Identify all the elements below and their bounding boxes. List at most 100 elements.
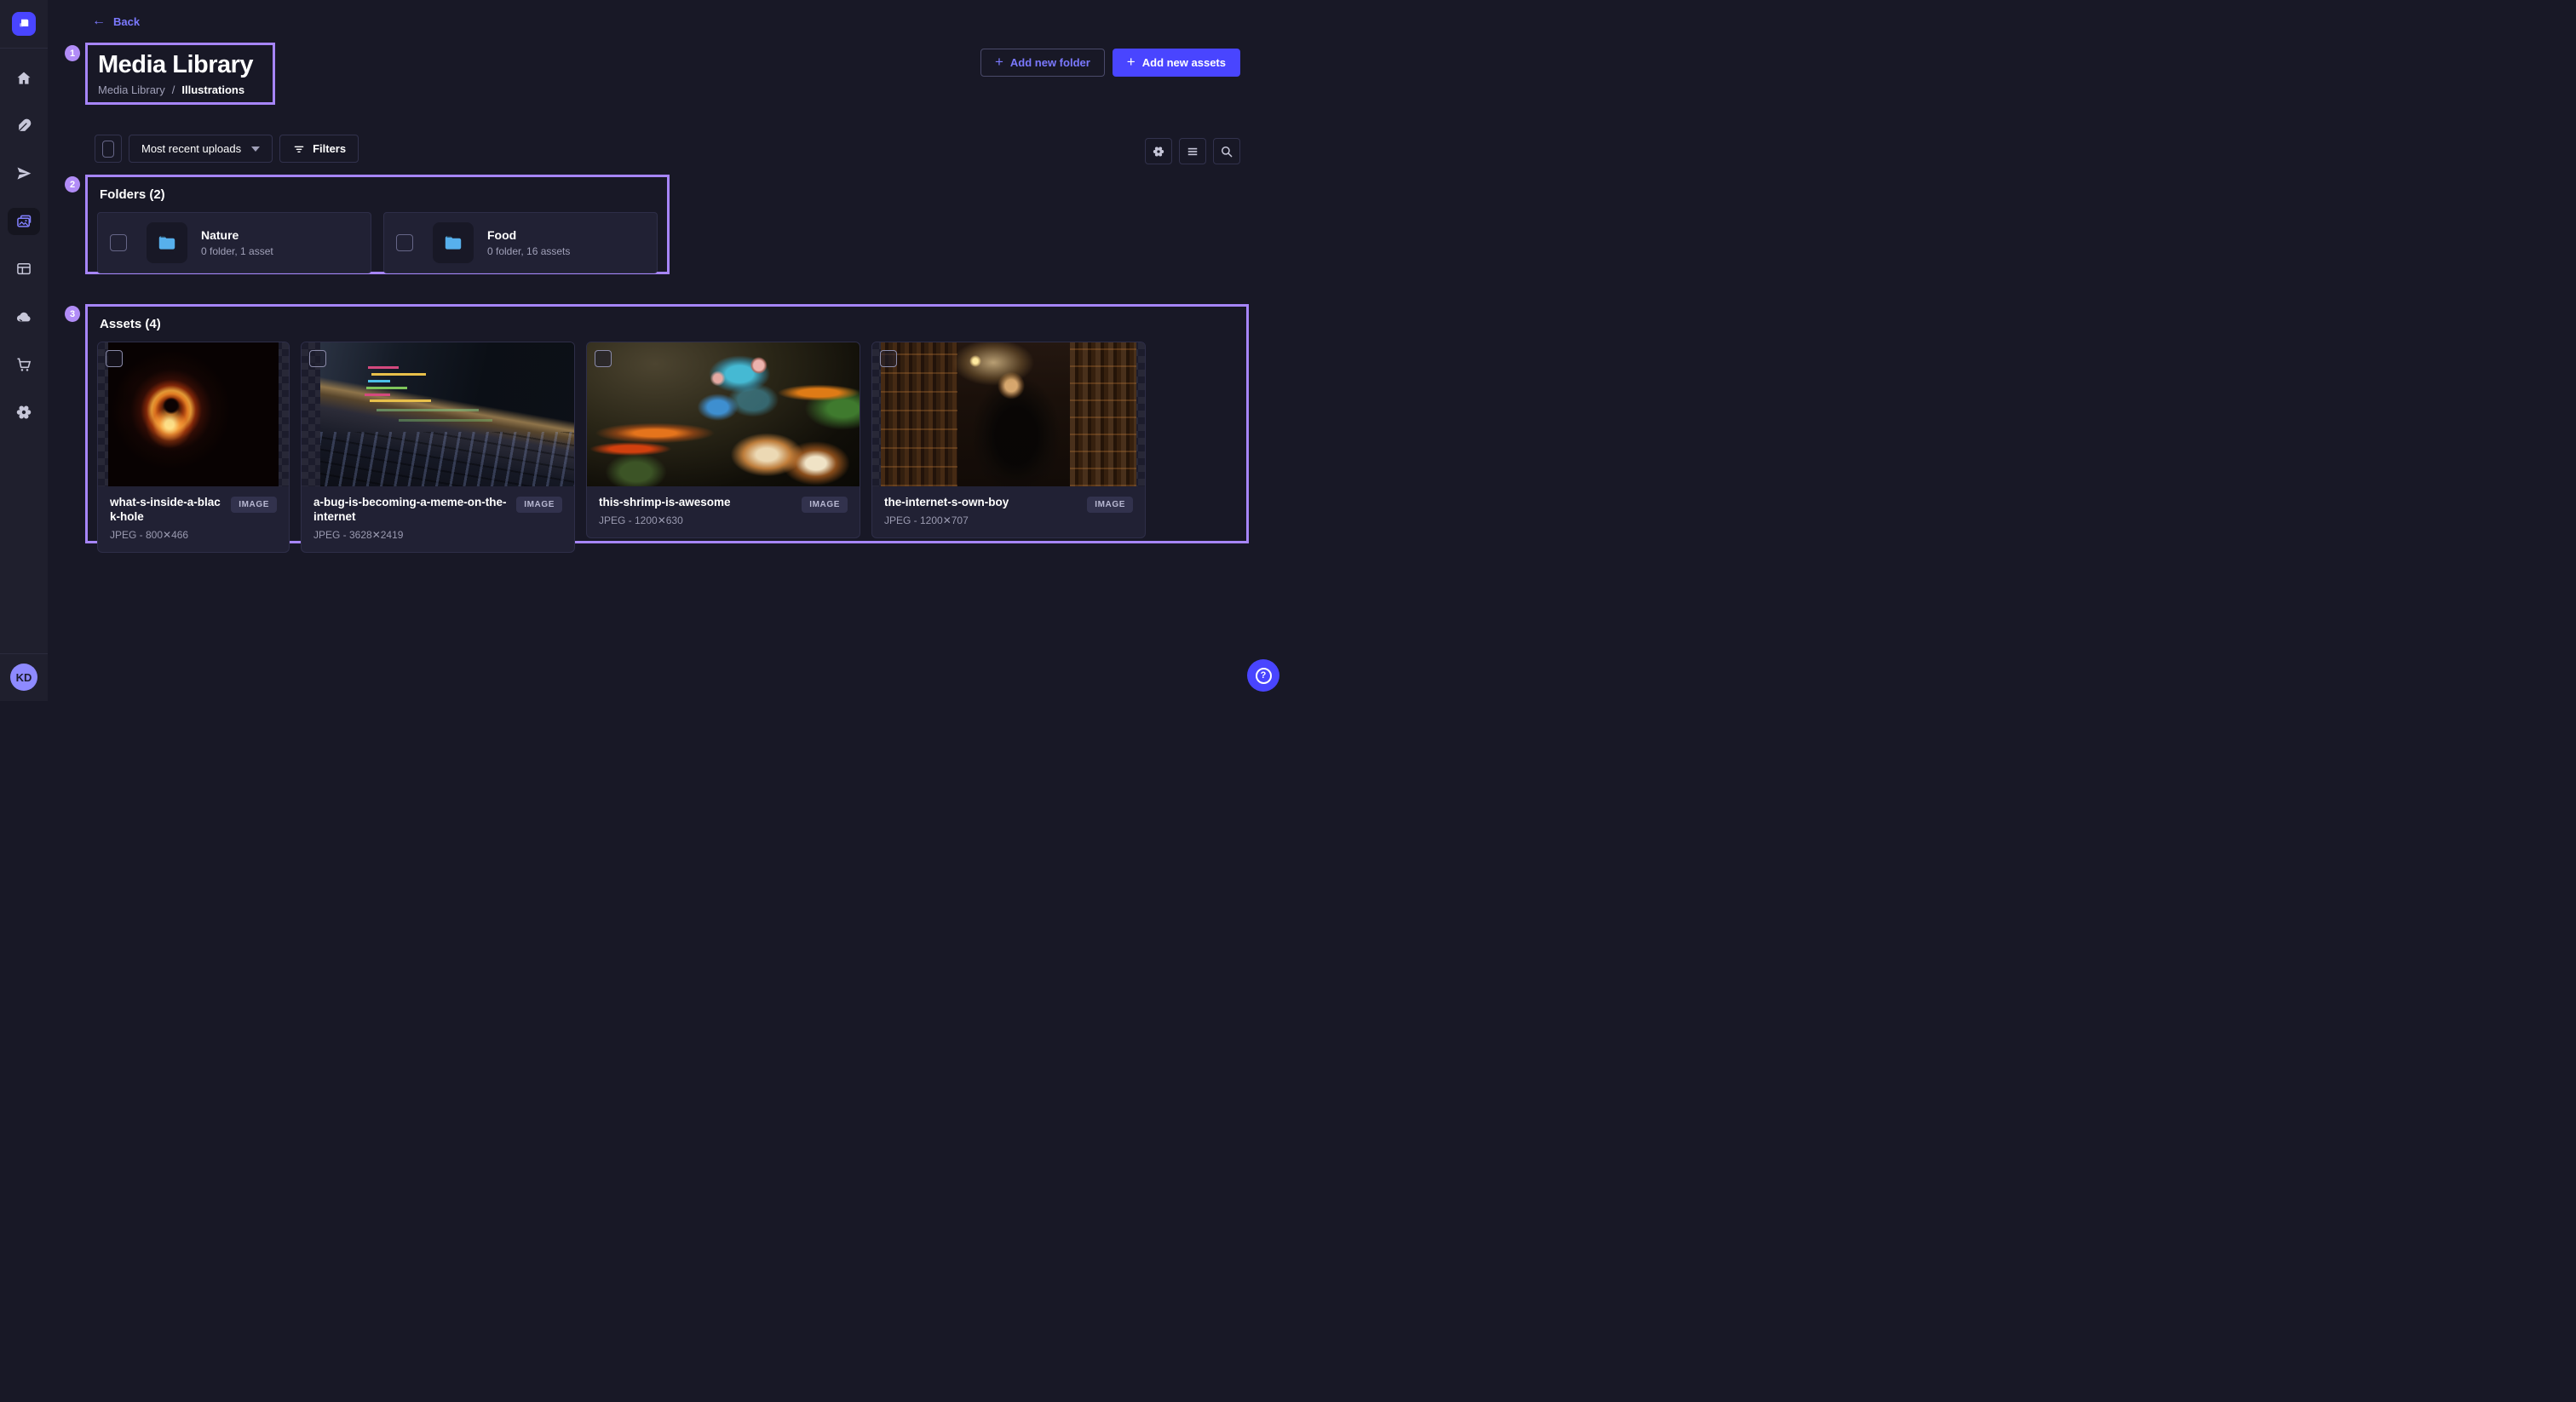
add-new-assets-button[interactable]: + Add new assets bbox=[1113, 49, 1240, 77]
strapi-logo[interactable] bbox=[12, 12, 36, 36]
asset-checkbox[interactable] bbox=[106, 350, 123, 367]
asset-card-internets-own-boy[interactable]: the-internet-s-own-boy JPEG - 1200✕707 I… bbox=[871, 342, 1146, 538]
sidebar: KD bbox=[0, 0, 48, 701]
gear-icon bbox=[14, 403, 33, 422]
folder-meta: 0 folder, 16 assets bbox=[487, 245, 570, 257]
breadcrumb-separator: / bbox=[172, 83, 175, 96]
page-title: Media Library bbox=[98, 51, 262, 79]
sidebar-nav bbox=[8, 49, 40, 653]
gear-icon bbox=[1151, 144, 1166, 159]
asset-meta: JPEG - 1200✕707 bbox=[884, 514, 1078, 526]
sidebar-item-marketplace[interactable] bbox=[8, 351, 40, 378]
assets-section-title: Assets (4) bbox=[100, 317, 1237, 331]
asset-text: a-bug-is-becoming-a-meme-on-the-internet… bbox=[313, 496, 508, 541]
list-view-button[interactable] bbox=[1179, 138, 1206, 164]
folder-text: Nature 0 folder, 1 asset bbox=[201, 228, 273, 257]
user-avatar[interactable]: KD bbox=[10, 664, 37, 691]
breadcrumb-parent[interactable]: Media Library bbox=[98, 83, 165, 96]
filters-button[interactable]: Filters bbox=[279, 135, 359, 163]
paper-plane-icon bbox=[15, 165, 32, 182]
toolbar-right bbox=[1145, 138, 1240, 164]
laptop-code-photo bbox=[320, 342, 574, 486]
asset-text: the-internet-s-own-boy JPEG - 1200✕707 bbox=[884, 496, 1078, 526]
back-arrow-icon: ← bbox=[92, 14, 106, 28]
folder-text: Food 0 folder, 16 assets bbox=[487, 228, 570, 257]
folder-card-nature[interactable]: Nature 0 folder, 1 asset bbox=[97, 212, 371, 273]
annotation-circle-3: 3 bbox=[65, 306, 80, 322]
toolbar-left: Most recent uploads Filters bbox=[95, 135, 359, 163]
sidebar-item-cloud[interactable] bbox=[8, 303, 40, 330]
asset-card-bug-meme[interactable]: a-bug-is-becoming-a-meme-on-the-internet… bbox=[301, 342, 575, 553]
folder-checkbox[interactable] bbox=[110, 234, 127, 251]
sidebar-footer: KD bbox=[0, 653, 48, 701]
asset-info: this-shrimp-is-awesome JPEG - 1200✕630 I… bbox=[587, 486, 860, 537]
sidebar-item-content-manager[interactable] bbox=[8, 256, 40, 283]
chevron-down-icon bbox=[251, 147, 260, 152]
checkbox-glyph bbox=[102, 141, 114, 158]
asset-thumbnail bbox=[98, 342, 289, 486]
shopping-cart-icon bbox=[15, 356, 32, 373]
folder-checkbox[interactable] bbox=[396, 234, 413, 251]
breadcrumb: Media Library / Illustrations bbox=[98, 83, 262, 96]
asset-text: this-shrimp-is-awesome JPEG - 1200✕630 bbox=[599, 496, 793, 526]
asset-meta: JPEG - 800✕466 bbox=[110, 529, 222, 541]
asset-card-black-hole[interactable]: what-s-inside-a-black-hole JPEG - 800✕46… bbox=[97, 342, 290, 553]
folder-icon bbox=[442, 232, 464, 254]
sidebar-item-home[interactable] bbox=[8, 65, 40, 92]
media-library-page: KD ← Back Media Library Media Library / … bbox=[0, 0, 1288, 701]
home-icon bbox=[15, 70, 32, 87]
breadcrumb-current: Illustrations bbox=[181, 83, 244, 96]
sidebar-item-media-library[interactable] bbox=[8, 208, 40, 235]
asset-info: what-s-inside-a-black-hole JPEG - 800✕46… bbox=[98, 486, 289, 552]
select-all-checkbox[interactable] bbox=[95, 135, 122, 163]
sort-dropdown[interactable]: Most recent uploads bbox=[129, 135, 273, 163]
search-button[interactable] bbox=[1213, 138, 1240, 164]
add-new-folder-button[interactable]: + Add new folder bbox=[980, 49, 1105, 77]
asset-thumbnail bbox=[872, 342, 1145, 486]
logo-container bbox=[0, 0, 48, 49]
asset-info: a-bug-is-becoming-a-meme-on-the-internet… bbox=[302, 486, 574, 552]
filter-icon bbox=[292, 142, 306, 156]
asset-list: what-s-inside-a-black-hole JPEG - 800✕46… bbox=[97, 342, 1237, 553]
asset-type-badge: IMAGE bbox=[231, 497, 277, 513]
help-button[interactable]: ? bbox=[1247, 659, 1279, 692]
plus-icon: + bbox=[995, 55, 1003, 69]
media-library-icon bbox=[15, 213, 32, 230]
asset-type-badge: IMAGE bbox=[802, 497, 848, 513]
annotation-circle-2: 2 bbox=[65, 176, 80, 192]
toolbar: Most recent uploads Filters bbox=[85, 135, 1240, 163]
folders-section: Folders (2) Nature 0 folder, 1 asset bbox=[85, 175, 670, 274]
strapi-logo-icon bbox=[16, 16, 32, 32]
asset-type-badge: IMAGE bbox=[516, 497, 562, 513]
back-link[interactable]: ← Back bbox=[92, 14, 140, 28]
view-settings-button[interactable] bbox=[1145, 138, 1172, 164]
sort-dropdown-value: Most recent uploads bbox=[141, 142, 241, 155]
asset-title: the-internet-s-own-boy bbox=[884, 496, 1078, 510]
folders-section-title: Folders (2) bbox=[100, 187, 658, 202]
annotation-box-title: Media Library Media Library / Illustrati… bbox=[85, 43, 275, 105]
sidebar-item-deploy[interactable] bbox=[8, 160, 40, 187]
add-new-folder-label: Add new folder bbox=[1010, 56, 1090, 69]
asset-thumbnail bbox=[587, 342, 860, 486]
asset-card-shrimp[interactable]: this-shrimp-is-awesome JPEG - 1200✕630 I… bbox=[586, 342, 860, 538]
filters-label: Filters bbox=[313, 142, 346, 155]
asset-meta: JPEG - 3628✕2419 bbox=[313, 529, 508, 541]
asset-meta: JPEG - 1200✕630 bbox=[599, 514, 793, 526]
sidebar-item-content-type-builder[interactable] bbox=[8, 112, 40, 140]
asset-checkbox[interactable] bbox=[309, 350, 326, 367]
folder-meta: 0 folder, 1 asset bbox=[201, 245, 273, 257]
assets-section: Assets (4) what-s-inside-a-black-hole JP… bbox=[85, 304, 1249, 543]
folder-name: Nature bbox=[201, 228, 273, 242]
sidebar-item-settings[interactable] bbox=[8, 399, 40, 426]
asset-title: a-bug-is-becoming-a-meme-on-the-internet bbox=[313, 496, 508, 525]
asset-checkbox[interactable] bbox=[595, 350, 612, 367]
list-icon bbox=[1185, 144, 1200, 159]
folder-name: Food bbox=[487, 228, 570, 242]
search-icon bbox=[1219, 144, 1234, 159]
cloud-icon bbox=[15, 308, 32, 325]
folder-tile bbox=[433, 222, 474, 263]
library-man-photo bbox=[881, 342, 1136, 486]
folder-card-food[interactable]: Food 0 folder, 16 assets bbox=[383, 212, 658, 273]
asset-checkbox[interactable] bbox=[880, 350, 897, 367]
folder-list: Nature 0 folder, 1 asset Food 0 folder, … bbox=[97, 212, 658, 273]
